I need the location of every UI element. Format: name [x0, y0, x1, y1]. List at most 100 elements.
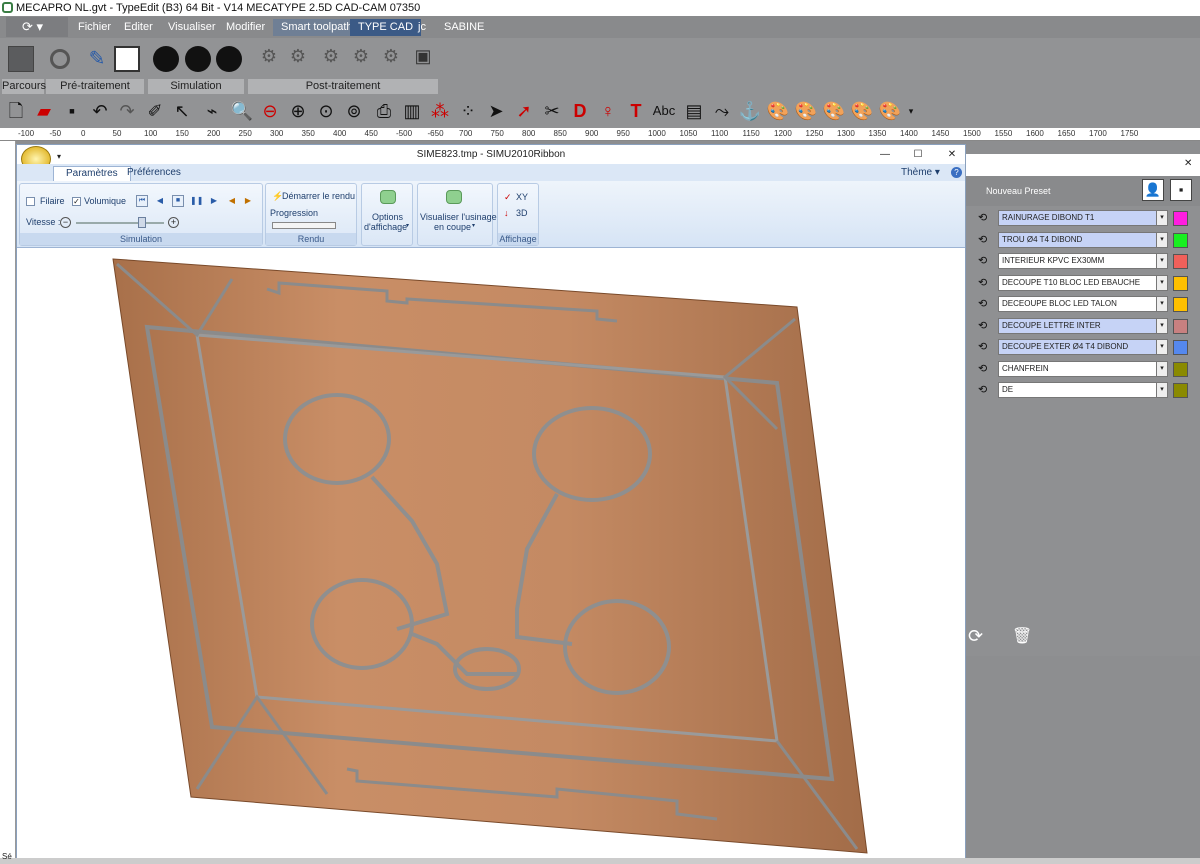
toolpath-icon[interactable]: ⟲ — [978, 384, 991, 397]
toolpath-icon[interactable]: ⟲ — [978, 341, 991, 354]
menu-sabine[interactable]: SABINE — [436, 19, 492, 36]
menu-smart-toolpath[interactable]: Smart toolpath — [273, 19, 361, 36]
gear-3-icon[interactable]: ⚙ — [318, 46, 344, 72]
sim-card-icon[interactable]: ▤ — [682, 99, 706, 123]
layer-row[interactable]: ⟲ TROU Ø4 T4 DIBOND ▾ — [976, 231, 1192, 249]
view-xy-button[interactable]: XY — [516, 192, 528, 202]
chevron-down-icon[interactable]: ▾ — [1156, 361, 1167, 376]
parcours-tool-icon[interactable] — [8, 46, 34, 72]
minimize-icon[interactable]: — — [877, 145, 893, 164]
layer-color-swatch[interactable] — [1173, 211, 1188, 226]
open-folder-icon[interactable]: ▰ — [32, 99, 56, 123]
speed-slider-track[interactable] — [76, 222, 164, 224]
zoom-all-icon[interactable]: ⊙ — [314, 99, 338, 123]
step-back-icon[interactable]: ◀ — [154, 195, 166, 207]
rewind-icon[interactable]: ◀ — [226, 195, 238, 207]
palette-3-icon[interactable]: 🎨 — [822, 99, 846, 123]
menu-jc[interactable]: jc — [410, 19, 434, 36]
toolpath-icon[interactable]: ⟲ — [978, 255, 991, 268]
zoom-icon[interactable]: 🔍 — [230, 99, 254, 123]
options-affichage-button[interactable]: Options d'affichage ▾ — [361, 183, 413, 246]
redo-icon[interactable]: ↷ — [115, 99, 139, 123]
tool-machine-icon[interactable]: ▥ — [400, 99, 424, 123]
layer-row[interactable]: ⟲ DECOUPE LETTRE INTER ▾ — [976, 317, 1192, 335]
layer-select[interactable]: DECEOUPE BLOC LED TALON ▾ — [998, 296, 1168, 312]
speed-minus-icon[interactable]: − — [60, 217, 71, 228]
simulation-3d-viewport[interactable] — [17, 249, 965, 861]
trash-icon[interactable]: 🗑 — [1012, 626, 1032, 646]
printer-icon[interactable]: ⎙ — [372, 99, 396, 123]
palette-disabled-icon[interactable]: 🎨 — [878, 99, 902, 123]
layer-row[interactable]: ⟲ DECOUPE EXTER Ø4 T4 DIBOND ▾ — [976, 339, 1192, 356]
toolpath-icon[interactable]: ⟲ — [978, 320, 991, 333]
group-posttraitement[interactable]: Post-traitement — [248, 79, 438, 94]
menu-fichier[interactable]: Fichier — [70, 19, 119, 36]
view-3d-button[interactable]: 3D — [516, 208, 528, 218]
toolbar-overflow-icon[interactable]: ▾ — [904, 99, 918, 123]
layer-select[interactable]: INTERIEUR KPVC EX30MM ▾ — [998, 253, 1168, 269]
save-icon[interactable]: ▪ — [60, 99, 84, 123]
film-reel-1-icon[interactable] — [153, 46, 179, 72]
pointer-icon[interactable]: ↖ — [170, 99, 194, 123]
toolpath-icon[interactable]: ⟲ — [978, 298, 991, 311]
zoom-fit-icon[interactable]: ⊚ — [342, 99, 366, 123]
layer-select[interactable]: DE ▾ — [998, 382, 1168, 398]
layer-row[interactable]: ⟲ DECEOUPE BLOC LED TALON ▾ — [976, 296, 1192, 313]
layer-row[interactable]: ⟲ DE ▾ — [976, 382, 1192, 399]
text-abc-icon[interactable]: Abc — [650, 99, 678, 123]
layer-select[interactable]: CHANFREIN ▾ — [998, 360, 1168, 377]
layer-color-swatch[interactable] — [1173, 232, 1188, 248]
layer-color-swatch[interactable] — [1173, 297, 1188, 312]
layer-select[interactable]: TROU Ø4 T4 DIBOND ▾ — [998, 231, 1168, 248]
node-tool-icon[interactable]: ⌁ — [200, 99, 224, 123]
chevron-down-icon[interactable]: ▾ — [1156, 232, 1167, 247]
forward-icon[interactable]: ▶ — [242, 195, 254, 207]
start-render-button[interactable]: Démarrer le rendu — [282, 191, 355, 201]
group-parcours[interactable]: Parcours — [2, 79, 46, 94]
zoom-minus-icon[interactable]: ⊖ — [258, 99, 282, 123]
group-simulation[interactable]: Simulation — [148, 79, 244, 94]
stop-icon[interactable]: ■ — [172, 195, 184, 207]
speed-slider-thumb[interactable] — [138, 217, 146, 228]
chevron-down-icon[interactable]: ▾ — [1156, 254, 1167, 268]
menu-editer[interactable]: Editer — [116, 19, 161, 36]
new-file-icon[interactable]: 🗋 — [4, 99, 28, 123]
chevron-down-icon[interactable]: ▾ — [1156, 275, 1167, 290]
toolpath-icon[interactable]: ⟲ — [978, 277, 991, 290]
layer-row[interactable]: ⟲ DECOUPE T10 BLOC LED EBAUCHE ▾ — [976, 274, 1192, 292]
dots-icon[interactable]: ⁘ — [456, 99, 480, 123]
layer-color-swatch[interactable] — [1173, 275, 1188, 291]
gear-2-icon[interactable]: ⚙ — [285, 46, 311, 72]
toolpath-icon[interactable]: ⟲ — [978, 234, 991, 247]
layer-select[interactable]: DECOUPE LETTRE INTER ▾ — [998, 317, 1168, 334]
layer-select[interactable]: DECOUPE EXTER Ø4 T4 DIBOND ▾ — [998, 339, 1168, 355]
panel-close-icon[interactable]: ✕ — [1184, 158, 1192, 169]
volumique-checkbox[interactable]: ✓ — [72, 197, 81, 206]
toolpath-icon[interactable]: ⟲ — [978, 363, 991, 376]
pen-tool-icon[interactable]: ✎ — [84, 46, 110, 72]
circles-icon[interactable]: ⁂ — [428, 99, 452, 123]
film-reel-2-icon[interactable] — [185, 46, 211, 72]
curve-icon[interactable]: ⤳ — [710, 99, 734, 123]
speed-plus-icon[interactable]: + — [168, 217, 179, 228]
help-icon[interactable]: ? — [951, 167, 962, 178]
theme-menu[interactable]: Thème ▾ — [901, 166, 940, 181]
chevron-down-icon[interactable]: ▾ — [1156, 211, 1167, 225]
gear-1-icon[interactable]: ⚙ — [256, 46, 282, 72]
layer-select[interactable]: DECOUPE T10 BLOC LED EBAUCHE ▾ — [998, 274, 1168, 291]
group-pretraitement[interactable]: Pré-traitement — [46, 79, 144, 94]
circle-tool-icon[interactable] — [50, 49, 70, 69]
scissors-icon[interactable]: ✂ — [540, 99, 564, 123]
pause-icon[interactable]: ❚❚ — [190, 195, 203, 207]
layer-row[interactable]: ⟲ RAINURAGE DIBOND T1 ▾ — [976, 210, 1192, 227]
chevron-down-icon[interactable]: ▾ — [1156, 318, 1167, 333]
undo-icon[interactable]: ↶ — [88, 99, 112, 123]
add-preset-icon[interactable]: 👤 — [1142, 179, 1164, 201]
maximize-icon[interactable]: ☐ — [910, 145, 926, 164]
layer-color-swatch[interactable] — [1173, 254, 1188, 269]
letter-t-icon[interactable]: T — [624, 99, 648, 123]
palette-2-icon[interactable]: 🎨 — [794, 99, 818, 123]
refresh-icon[interactable]: ⟳ — [968, 626, 983, 647]
letter-d-icon[interactable]: D — [568, 99, 592, 123]
close-icon[interactable]: ✕ — [944, 145, 960, 164]
